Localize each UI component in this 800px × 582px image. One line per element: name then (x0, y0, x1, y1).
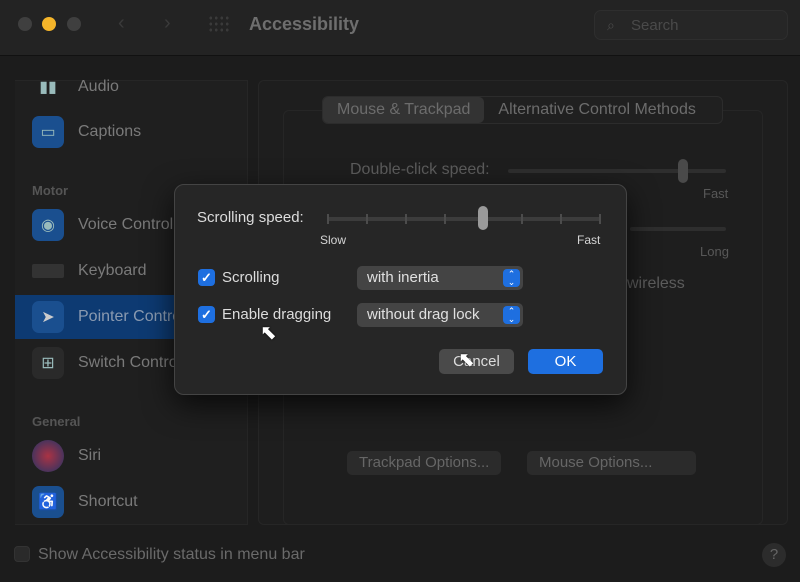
ok-button[interactable]: OK (528, 349, 603, 374)
zoom-button[interactable] (67, 17, 81, 31)
double-click-speed-slider[interactable] (508, 159, 726, 183)
fast-label: Fast (577, 233, 601, 247)
chevron-up-down-icon: ⌃ ⌄ (503, 269, 520, 287)
double-click-speed-label: Double-click speed: (350, 161, 490, 178)
slider-tick (443, 214, 446, 224)
status-menu-label: Show Accessibility status in menu bar (38, 546, 305, 563)
mouse-options-button[interactable]: Mouse Options... (527, 451, 696, 475)
search-input[interactable]: ⌕ Search (594, 10, 788, 40)
tab-bar: Mouse & Trackpad Alternative Control Met… (322, 96, 723, 124)
slider-thumb[interactable] (478, 206, 489, 230)
mouse-cursor-icon: ⬉ (260, 322, 277, 344)
slider-tick (327, 214, 329, 224)
slow-label: Slow (320, 233, 347, 247)
slider-thumb[interactable] (678, 159, 688, 183)
captions-icon: ▭ (32, 116, 64, 148)
back-icon[interactable]: ‹ (118, 12, 125, 35)
scrolling-checkbox[interactable]: ✓ (198, 269, 215, 286)
scrolling-label: Scrolling (222, 269, 280, 286)
slider-tick (521, 214, 524, 224)
enable-dragging-checkbox[interactable]: ✓ (198, 306, 215, 323)
long-label: Long (700, 244, 729, 259)
cancel-button[interactable]: Cancel (439, 349, 514, 374)
title-bar: ‹ › Accessibility ⌕ Search (0, 0, 800, 56)
voice-control-icon: ◉ (32, 209, 64, 241)
dragging-popup[interactable]: without drag lock ⌃ ⌄ (357, 303, 523, 327)
status-menu-checkbox[interactable] (14, 546, 30, 562)
forward-icon[interactable]: › (164, 12, 171, 35)
sidebar-item-captions[interactable]: ▭ Captions (15, 110, 248, 154)
shortcut-icon: ♿ (32, 486, 64, 518)
siri-icon (32, 440, 64, 472)
chevron-up-down-icon: ⌃ ⌄ (503, 306, 520, 324)
wireless-text: wireless (627, 275, 685, 292)
sidebar-item-siri[interactable]: Siri (15, 434, 248, 478)
help-button[interactable]: ? (762, 543, 786, 567)
sidebar-item-shortcut[interactable]: ♿ Shortcut (15, 480, 248, 524)
search-icon: ⌕ (607, 17, 615, 33)
scrolling-popup[interactable]: with inertia ⌃ ⌄ (357, 266, 523, 290)
fast-label: Fast (703, 186, 729, 201)
trackpad-options-dialog: Scrolling speed: Slow Fast ✓ Scrolling w… (174, 184, 627, 395)
slider-tick (365, 214, 368, 224)
slider-tick (404, 214, 407, 224)
mouse-cursor-icon: ⬉ (458, 349, 475, 371)
trackpad-options-button[interactable]: Trackpad Options... (347, 451, 502, 475)
spring-loading-slider[interactable] (630, 227, 726, 231)
pointer-icon: ➤ (32, 301, 64, 333)
section-motor: Motor (32, 183, 69, 198)
slider-tick (560, 214, 563, 224)
slider-tick (599, 214, 601, 224)
minimize-button[interactable] (42, 17, 56, 31)
grid-icon[interactable] (208, 15, 230, 33)
switch-control-icon: ⊞ (32, 347, 64, 379)
keyboard-icon (32, 264, 64, 278)
window-title: Accessibility (249, 14, 360, 34)
section-general: General (32, 414, 81, 429)
tab-alternative-control-methods[interactable]: Alternative Control Methods (484, 97, 709, 123)
sidebar-item-audio[interactable]: ▮▮ Audio (15, 65, 248, 109)
close-button[interactable] (18, 17, 32, 31)
scrolling-speed-slider[interactable] (327, 206, 601, 230)
audio-icon: ▮▮ (39, 79, 57, 96)
scrolling-speed-label: Scrolling speed: (197, 209, 304, 226)
tab-mouse-trackpad[interactable]: Mouse & Trackpad (323, 97, 485, 123)
